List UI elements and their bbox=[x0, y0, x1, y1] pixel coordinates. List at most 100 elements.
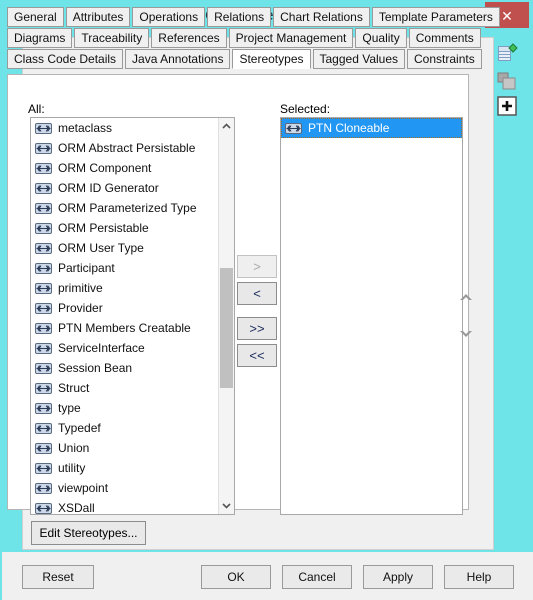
all-stereotypes-listbox[interactable]: metaclass ORM Abstract Persistable ORM Com… bbox=[30, 117, 235, 515]
tab-chart-relations[interactable]: Chart Relations bbox=[273, 7, 370, 27]
selected-stereotypes-listbox[interactable]: PTN Cloneable bbox=[280, 117, 463, 515]
list-item-label: utility bbox=[58, 461, 86, 475]
list-item-label: PTN Members Creatable bbox=[58, 321, 191, 335]
tab-template-parameters[interactable]: Template Parameters bbox=[371, 7, 500, 27]
list-item[interactable]: Union bbox=[31, 438, 218, 458]
scroll-down-button[interactable] bbox=[219, 497, 234, 514]
move-up-button[interactable] bbox=[455, 287, 477, 309]
list-item[interactable]: utility bbox=[31, 458, 218, 478]
add-stereotype-button[interactable]: > bbox=[237, 255, 277, 278]
ok-button[interactable]: OK bbox=[201, 565, 271, 589]
stereotype-icon bbox=[35, 442, 52, 454]
list-item[interactable]: type bbox=[31, 398, 218, 418]
all-list-scrollbar[interactable] bbox=[218, 118, 234, 514]
tab-row-1: General Attributes Operations Relations … bbox=[7, 7, 500, 27]
list-item-label: ORM Component bbox=[58, 161, 152, 175]
list-item-label: type bbox=[58, 401, 81, 415]
help-button[interactable]: Help bbox=[444, 565, 514, 589]
list-item-label: ORM User Type bbox=[58, 241, 144, 255]
tab-constraints[interactable]: Constraints bbox=[407, 49, 482, 69]
list-item[interactable]: ORM Abstract Persistable bbox=[31, 138, 218, 158]
tab-java-annotations[interactable]: Java Annotations bbox=[125, 49, 231, 69]
list-item-label: Typedef bbox=[58, 421, 101, 435]
plus-box-icon[interactable] bbox=[495, 94, 519, 118]
stereotype-icon bbox=[35, 482, 52, 494]
new-stereotype-icon[interactable] bbox=[495, 42, 519, 66]
edit-stereotypes-button[interactable]: Edit Stereotypes... bbox=[31, 521, 146, 545]
stereotype-icon bbox=[35, 382, 52, 394]
tab-stereotypes[interactable]: Stereotypes bbox=[232, 49, 311, 69]
tab-project-management[interactable]: Project Management bbox=[228, 28, 354, 48]
stereotype-icon bbox=[35, 242, 52, 254]
stereotype-icon bbox=[35, 422, 52, 434]
list-item[interactable]: ORM User Type bbox=[31, 238, 218, 258]
list-item-label: ORM ID Generator bbox=[58, 181, 159, 195]
stereotype-icon bbox=[35, 222, 52, 234]
remove-stereotype-button[interactable]: < bbox=[237, 282, 277, 305]
remove-all-stereotypes-button[interactable]: << bbox=[237, 344, 277, 367]
list-item-label: Provider bbox=[58, 301, 103, 315]
tab-tagged-values[interactable]: Tagged Values bbox=[312, 49, 406, 69]
all-list-label: All: bbox=[28, 102, 45, 116]
tab-traceability[interactable]: Traceability bbox=[74, 28, 150, 48]
stereotype-icon bbox=[285, 122, 302, 134]
chevron-down-icon bbox=[456, 327, 476, 344]
list-item-label: ORM Persistable bbox=[58, 221, 149, 235]
stereotype-icon bbox=[35, 322, 52, 334]
list-item-label: ORM Abstract Persistable bbox=[58, 141, 196, 155]
tab-row-2: Diagrams Traceability References Project… bbox=[7, 28, 481, 48]
tab-row-3: Class Code Details Java Annotations Ster… bbox=[7, 49, 482, 69]
scroll-up-button[interactable] bbox=[219, 118, 234, 135]
tab-operations[interactable]: Operations bbox=[132, 7, 206, 27]
stereotype-icon bbox=[35, 162, 52, 174]
stereotype-icon bbox=[35, 342, 52, 354]
move-down-button[interactable] bbox=[455, 324, 477, 346]
list-item[interactable]: Typedef bbox=[31, 418, 218, 438]
list-item[interactable]: ServiceInterface bbox=[31, 338, 218, 358]
list-item-label: Struct bbox=[58, 381, 90, 395]
list-item[interactable]: XSDall bbox=[31, 498, 218, 514]
list-item[interactable]: Participant bbox=[31, 258, 218, 278]
tab-general[interactable]: General bbox=[7, 7, 64, 27]
list-item[interactable]: Struct bbox=[31, 378, 218, 398]
stereotype-icon bbox=[35, 402, 52, 414]
list-item[interactable]: ORM ID Generator bbox=[31, 178, 218, 198]
selected-list-label: Selected: bbox=[280, 102, 331, 116]
list-item[interactable]: PTN Cloneable bbox=[281, 118, 462, 138]
scroll-thumb[interactable] bbox=[220, 268, 233, 388]
tab-comments[interactable]: Comments bbox=[408, 28, 481, 48]
list-item[interactable]: viewpoint bbox=[31, 478, 218, 498]
stereotype-icon bbox=[35, 502, 52, 514]
stereotype-icon bbox=[35, 262, 52, 274]
stereotype-icon bbox=[35, 302, 52, 314]
add-all-stereotypes-button[interactable]: >> bbox=[237, 317, 277, 340]
list-item[interactable]: metaclass bbox=[31, 118, 218, 138]
chevron-up-icon bbox=[456, 290, 476, 307]
tab-strip: General Attributes Operations Relations … bbox=[7, 7, 500, 70]
stereotype-icon bbox=[35, 282, 52, 294]
list-item-label: ORM Parameterized Type bbox=[58, 201, 197, 215]
list-item-label: Participant bbox=[58, 261, 115, 275]
tab-class-code-details[interactable]: Class Code Details bbox=[7, 49, 124, 69]
stereotype-icon bbox=[35, 202, 52, 214]
list-item[interactable]: ORM Persistable bbox=[31, 218, 218, 238]
reset-button[interactable]: Reset bbox=[22, 565, 94, 589]
copy-icon[interactable] bbox=[495, 70, 519, 94]
list-item[interactable]: PTN Members Creatable bbox=[31, 318, 218, 338]
list-item[interactable]: Session Bean bbox=[31, 358, 218, 378]
tab-attributes[interactable]: Attributes bbox=[65, 7, 131, 27]
list-item-label: XSDall bbox=[58, 501, 95, 514]
stereotype-icon bbox=[35, 462, 52, 474]
cancel-button[interactable]: Cancel bbox=[282, 565, 352, 589]
tab-relations[interactable]: Relations bbox=[207, 7, 272, 27]
tab-diagrams[interactable]: Diagrams bbox=[7, 28, 73, 48]
tab-quality[interactable]: Quality bbox=[355, 28, 407, 48]
list-item[interactable]: ORM Component bbox=[31, 158, 218, 178]
list-item[interactable]: Provider bbox=[31, 298, 218, 318]
list-item[interactable]: primitive bbox=[31, 278, 218, 298]
list-item[interactable]: ORM Parameterized Type bbox=[31, 198, 218, 218]
list-item-label: metaclass bbox=[58, 121, 113, 135]
list-item-label: Union bbox=[58, 441, 90, 455]
tab-references[interactable]: References bbox=[151, 28, 227, 48]
apply-button[interactable]: Apply bbox=[363, 565, 433, 589]
